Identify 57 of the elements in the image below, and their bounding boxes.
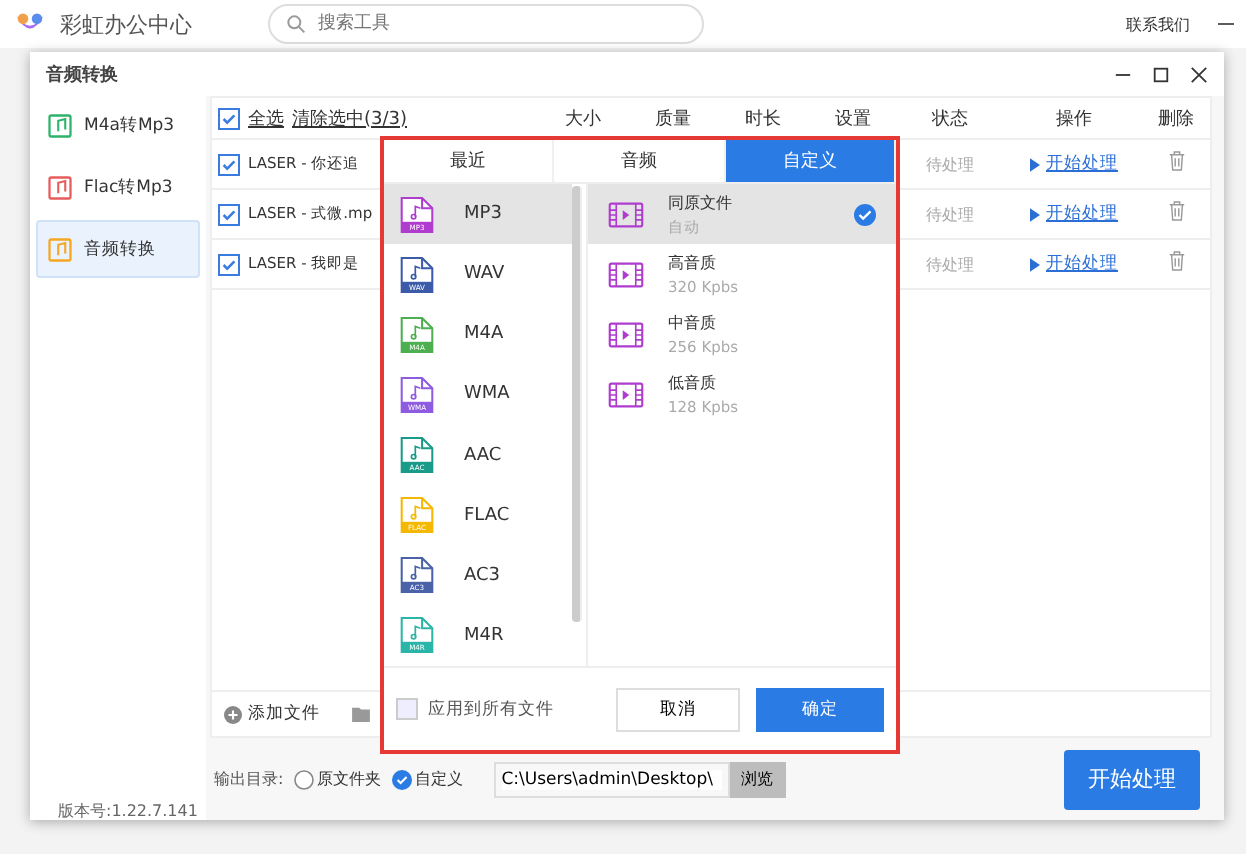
- radio-icon[interactable]: [391, 769, 412, 789]
- start-processing-link[interactable]: 开始处理: [1002, 202, 1146, 226]
- trash-icon[interactable]: [1167, 150, 1185, 172]
- column-header: 质量: [653, 107, 693, 131]
- column-header: 操作: [1054, 107, 1094, 131]
- film-icon: [608, 261, 644, 287]
- status-text: 待处理: [924, 253, 976, 275]
- radio-icon[interactable]: [293, 769, 314, 789]
- column-header: 删除: [1156, 107, 1196, 131]
- contact-link[interactable]: 联系我们: [1126, 13, 1190, 35]
- path-field[interactable]: C:\Users\admin\Desktop\: [493, 761, 730, 797]
- film-icon: [608, 321, 644, 347]
- column-header: 状态: [930, 107, 970, 131]
- play-icon: [1030, 157, 1040, 171]
- play-icon: [1030, 257, 1040, 271]
- row-checkbox[interactable]: [218, 153, 240, 175]
- sidebar-item[interactable]: M4a转Mp3: [36, 96, 200, 154]
- clear-selection-link[interactable]: 清除选中(3/3): [292, 105, 408, 131]
- film-icon: [608, 201, 644, 227]
- sidebar-item[interactable]: 音频转换: [36, 220, 200, 278]
- row-checkbox[interactable]: [218, 253, 240, 275]
- output-radio[interactable]: 自定义: [391, 768, 464, 790]
- status-text: 待处理: [924, 153, 976, 175]
- status-text: 待处理: [924, 203, 976, 225]
- search-field[interactable]: 搜索工具: [268, 4, 704, 44]
- add-file-button[interactable]: 添加文件: [224, 702, 320, 726]
- version-text: 版本号:1.22.7.141: [58, 800, 198, 822]
- maximize-icon[interactable]: [1152, 65, 1170, 83]
- sidebar-item[interactable]: Flac转Mp3: [36, 158, 200, 216]
- folder-icon[interactable]: [352, 706, 370, 722]
- format-tab[interactable]: 自定义: [725, 140, 896, 182]
- trash-icon[interactable]: [1167, 250, 1185, 272]
- column-header: 设置: [833, 107, 873, 131]
- start-processing-link[interactable]: 开始处理: [1002, 252, 1146, 276]
- app-name: 彩虹办公中心: [60, 9, 194, 39]
- check-icon: [854, 203, 876, 225]
- film-icon: [608, 381, 644, 407]
- trash-icon[interactable]: [1167, 200, 1185, 222]
- start-button[interactable]: 开始处理: [1064, 749, 1200, 809]
- start-processing-link[interactable]: 开始处理: [1002, 152, 1146, 176]
- window-title: 音频转换: [46, 62, 118, 87]
- output-radio[interactable]: 原文件夹: [293, 768, 382, 790]
- play-icon: [1030, 207, 1040, 221]
- search-icon: [286, 14, 306, 34]
- select-all-link[interactable]: 全选: [248, 105, 284, 131]
- plus-circle-icon: [224, 705, 242, 723]
- confirm-button[interactable]: 确定: [756, 687, 884, 731]
- select-all-checkbox[interactable]: [218, 107, 240, 129]
- apply-all-checkbox[interactable]: 应用到所有文件: [396, 697, 554, 721]
- output-label: 输出目录:: [214, 768, 284, 790]
- column-header: 时长: [743, 107, 783, 131]
- cancel-button[interactable]: 取消: [616, 687, 740, 731]
- close-icon[interactable]: [1190, 65, 1208, 83]
- column-header: 大小: [563, 107, 603, 131]
- row-checkbox[interactable]: [218, 203, 240, 225]
- browse-button[interactable]: 浏览: [729, 761, 786, 797]
- format-tab[interactable]: 最近: [384, 140, 555, 182]
